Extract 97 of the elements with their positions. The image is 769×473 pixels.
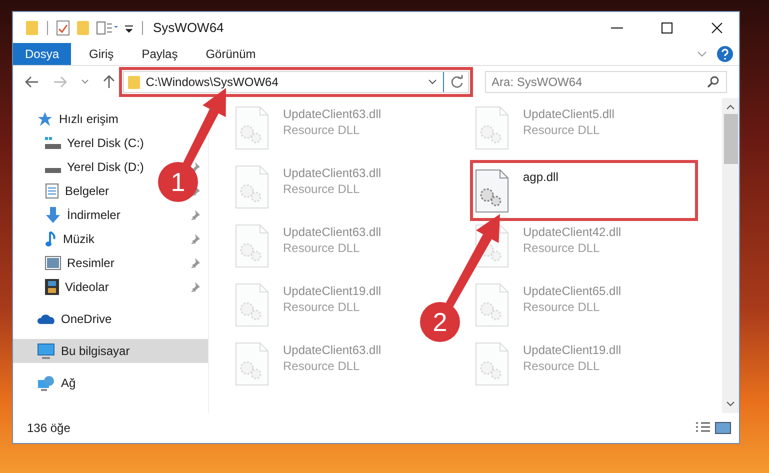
folder-icon <box>128 74 140 90</box>
details-view-icon[interactable] <box>695 422 711 434</box>
pin-icon[interactable] <box>190 210 200 220</box>
back-icon[interactable] <box>25 76 39 88</box>
pin-icon[interactable] <box>190 258 200 268</box>
sidebar-item[interactable]: Hızlı erişim <box>13 107 208 131</box>
chevron-icon[interactable] <box>697 50 707 58</box>
file-name: agp.dll <box>523 170 558 184</box>
file-type: Resource DLL <box>283 241 361 255</box>
checklist-icon[interactable] <box>56 20 70 36</box>
document-icon <box>45 183 59 199</box>
drive-icon <box>45 168 61 172</box>
file-name: UpdateClient5.dll <box>523 107 614 121</box>
address-path: C:\Windows\SysWOW64 <box>146 75 280 89</box>
file-type: Resource DLL <box>523 300 601 314</box>
dll-file-icon <box>235 224 269 268</box>
help-icon[interactable] <box>717 46 733 62</box>
download-arrow-icon <box>45 207 61 223</box>
sidebar-item[interactable]: Videolar <box>45 275 109 299</box>
star-icon <box>37 111 53 127</box>
file-type: Resource DLL <box>523 241 601 255</box>
file-type: Resource DLL <box>523 123 601 137</box>
sidebar-item[interactable]: Bu bilgisayar <box>13 339 208 363</box>
sidebar-label: Yerel Disk (C:) <box>67 136 144 150</box>
sidebar-item[interactable]: Resimler <box>45 251 114 275</box>
monitor-icon <box>37 343 55 359</box>
file-name: UpdateClient42.dll <box>523 225 622 239</box>
dropdown-icon[interactable] <box>428 79 437 85</box>
up-icon[interactable] <box>102 75 115 89</box>
search-icon <box>707 76 719 88</box>
sidebar-label: OneDrive <box>61 312 112 326</box>
cloud-icon <box>37 313 55 325</box>
maximize-icon <box>661 22 673 34</box>
sidebar-label: Yerel Disk (D:) <box>67 160 144 174</box>
film-icon <box>45 279 59 295</box>
dll-file-icon <box>235 342 269 386</box>
sidebar-label: Videolar <box>65 280 109 294</box>
scroll-down-icon[interactable] <box>726 401 735 407</box>
sidebar-label: Belgeler <box>65 184 110 198</box>
minimize-icon <box>611 26 623 28</box>
dll-file-icon <box>475 342 509 386</box>
file-name: UpdateClient19.dll <box>283 284 382 298</box>
file-name: UpdateClient19.dll <box>523 343 622 357</box>
thumbnail-view-icon[interactable] <box>715 422 731 434</box>
scroll-up-icon[interactable] <box>726 104 735 110</box>
sidebar-item[interactable]: OneDrive <box>13 307 208 331</box>
file-type: Resource DLL <box>283 182 361 196</box>
ribbon-tab[interactable]: Paylaş <box>128 43 192 65</box>
file-name: UpdateClient63.dll <box>283 166 382 180</box>
dll-file-icon <box>235 165 269 209</box>
file-type: Resource DLL <box>523 359 601 373</box>
scrollbar[interactable] <box>722 98 739 413</box>
sidebar-label: Ağ <box>61 376 76 390</box>
sidebar-item[interactable]: İndirmeler <box>45 203 120 227</box>
sidebar-label: Müzik <box>63 232 94 246</box>
file-name: UpdateClient65.dll <box>523 284 622 298</box>
dll-file-icon <box>475 106 509 150</box>
search-field[interactable]: Ara: SysWOW64 <box>484 71 727 93</box>
file-name: UpdateClient63.dll <box>283 225 382 239</box>
sidebar-label: Bu bilgisayar <box>61 344 130 358</box>
history-dropdown-icon[interactable] <box>80 79 89 85</box>
step-number: 2 <box>432 307 448 337</box>
file-item[interactable]: agp.dll <box>471 161 697 220</box>
refresh-icon[interactable] <box>450 75 464 89</box>
sidebar-label: Resimler <box>67 256 114 270</box>
ribbon-tab[interactable]: Görünüm <box>192 43 270 65</box>
music-note-icon <box>45 231 57 247</box>
file-type: Resource DLL <box>283 300 361 314</box>
picture-icon <box>45 256 61 270</box>
ribbon-tab[interactable]: Dosya <box>13 43 72 65</box>
sidebar-item[interactable]: Ağ <box>13 371 208 395</box>
sidebar-item[interactable]: Yerel Disk (D:) <box>45 155 144 179</box>
network-icon <box>37 375 55 391</box>
file-name: UpdateClient63.dll <box>283 343 382 357</box>
step-number: 1 <box>170 167 186 197</box>
scrollbar-thumb[interactable] <box>724 114 738 164</box>
file-name: UpdateClient63.dll <box>283 107 382 121</box>
dll-file-icon <box>475 169 509 213</box>
drive-icon <box>45 136 61 150</box>
pin-icon[interactable] <box>190 234 200 244</box>
dll-file-icon <box>235 283 269 327</box>
file-type: Resource DLL <box>283 123 361 137</box>
sidebar-label: Hızlı erişim <box>59 112 118 126</box>
sidebar-label: İndirmeler <box>67 208 120 222</box>
sidebar-item[interactable]: Yerel Disk (C:) <box>45 131 144 155</box>
item-count: 136 öğe <box>27 421 70 435</box>
close-icon <box>711 22 723 34</box>
pin-icon[interactable] <box>190 282 200 292</box>
window-title: SysWOW64 <box>153 20 224 35</box>
dll-file-icon <box>475 283 509 327</box>
file-type: Resource DLL <box>283 359 361 373</box>
dll-file-icon <box>235 106 269 150</box>
sidebar-item[interactable]: Belgeler <box>45 179 110 203</box>
ribbon-tab[interactable]: Giriş <box>75 43 128 65</box>
pin-icon[interactable] <box>190 162 200 172</box>
sidebar-item[interactable]: Müzik <box>45 227 94 251</box>
properties-icon[interactable] <box>96 20 118 36</box>
